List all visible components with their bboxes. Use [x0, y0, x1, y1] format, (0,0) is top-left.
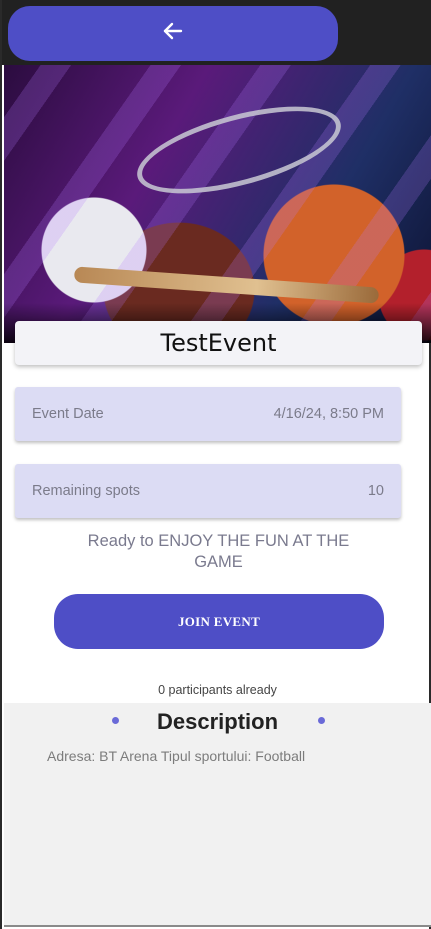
- arrow-left-icon: [161, 19, 185, 48]
- description-heading: Description: [156, 709, 279, 734]
- join-event-button[interactable]: JOIN EVENT: [54, 594, 384, 649]
- description-section: Description Adresa: BT Arena Tipul sport…: [4, 703, 431, 925]
- bullet-dot-icon: [318, 717, 325, 724]
- event-title-card: TestEvent: [15, 321, 422, 365]
- event-tagline: Ready to ENJOY THE FUN AT THE GAME: [87, 532, 350, 571]
- participants-count: 0 participants already: [158, 683, 277, 697]
- description-text: Adresa: BT Arena Tipul sportului: Footba…: [47, 748, 306, 764]
- event-date-value: 4/16/24, 8:50 PM: [273, 406, 384, 422]
- remaining-spots-card: Remaining spots 10: [15, 464, 401, 518]
- event-date-label: Event Date: [32, 406, 104, 422]
- bottom-divider: [4, 925, 431, 927]
- event-title: TestEvent: [160, 329, 277, 357]
- back-button[interactable]: [8, 6, 338, 61]
- event-date-card: Event Date 4/16/24, 8:50 PM: [15, 387, 401, 441]
- app-frame: TestEvent Event Date 4/16/24, 8:50 PM Re…: [0, 0, 431, 929]
- remaining-spots-label: Remaining spots: [32, 483, 140, 499]
- join-event-label: JOIN EVENT: [177, 613, 261, 629]
- top-bar: [2, 0, 431, 65]
- remaining-spots-value: 10: [367, 483, 384, 499]
- event-hero-image: [4, 65, 431, 343]
